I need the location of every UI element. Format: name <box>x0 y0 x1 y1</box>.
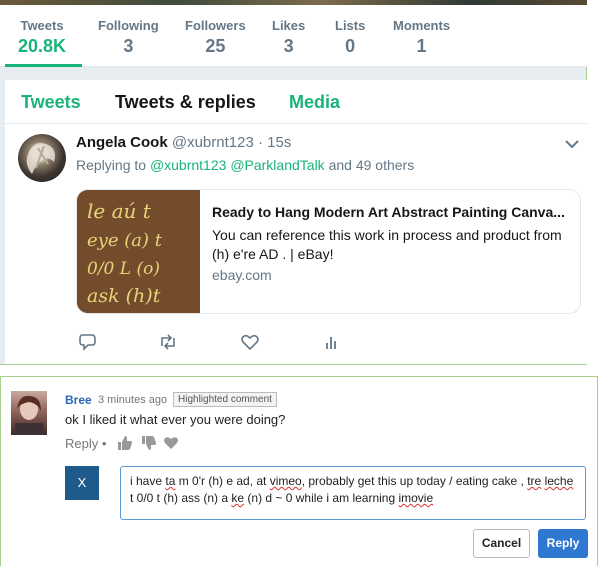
stat-likes[interactable]: Likes 3 <box>272 18 305 57</box>
cancel-button[interactable]: Cancel <box>473 529 530 558</box>
stat-followers[interactable]: Followers 25 <box>185 18 246 57</box>
reply-link[interactable]: Reply • <box>65 436 106 451</box>
stat-label: Moments <box>393 18 451 33</box>
stat-tweets[interactable]: Tweets 20.8K <box>18 18 66 57</box>
author-handle[interactable]: @xubrnt123 · 15s <box>172 134 291 151</box>
author-name[interactable]: Angela Cook <box>76 134 168 151</box>
comment-time: 3 minutes ago <box>98 394 168 406</box>
reply-text-segment: m 0'r (h) e ad, at <box>175 474 270 488</box>
stat-value: 3 <box>283 36 294 56</box>
card-image: le aú t eye (a) t 0/0 L (o) ask (h)t <box>77 190 200 313</box>
stat-label: Followers <box>185 18 246 33</box>
card-description: You can reference this work in process a… <box>212 227 562 262</box>
replying-suffix: and 49 others <box>324 157 415 173</box>
highlighted-badge: Highlighted comment <box>173 392 277 407</box>
card-image-text: ask (h)t <box>87 285 161 307</box>
misspelled-word: ke <box>231 491 245 505</box>
timeline-tabs: Tweets Tweets & replies Media <box>5 80 587 124</box>
stat-value: 3 <box>123 36 134 56</box>
avatar[interactable] <box>11 391 47 435</box>
twitter-profile-panel: Tweets 20.8K Following 3 Followers 25 Li… <box>0 0 587 365</box>
stat-value: 0 <box>345 36 356 56</box>
tab-media[interactable]: Media <box>289 92 340 113</box>
stat-moments[interactable]: Moments 1 <box>393 18 450 57</box>
profile-stats-bar: Tweets 20.8K Following 3 Followers 25 Li… <box>0 5 587 67</box>
heart-icon[interactable] <box>163 435 179 451</box>
tab-tweets-and-replies[interactable]: Tweets & replies <box>115 92 256 113</box>
replying-prefix: Replying to <box>76 157 150 173</box>
card-domain: ebay.com <box>212 267 272 283</box>
link-card[interactable]: le aú t eye (a) t 0/0 L (o) ask (h)t Rea… <box>76 189 581 314</box>
thumbs-up-icon[interactable] <box>117 435 133 451</box>
reply-textarea[interactable]: i have ta m 0'r (h) e ad, at vimeo, prob… <box>120 466 586 520</box>
analytics-icon[interactable] <box>321 332 341 352</box>
active-stat-underline <box>5 64 82 67</box>
tweet: Angela Cook @xubrnt123 · 15s Replying to… <box>5 124 587 364</box>
reply-icon[interactable] <box>78 332 98 352</box>
avatar[interactable] <box>18 134 66 182</box>
stat-label: Following <box>98 18 159 33</box>
chevron-down-icon[interactable] <box>565 136 579 152</box>
stat-label: Tweets <box>20 18 64 33</box>
card-title: Ready to Hang Modern Art Abstract Painti… <box>212 204 565 220</box>
card-image-text: le aú t <box>87 199 152 223</box>
stat-value: 25 <box>205 36 226 56</box>
comment-text: ok I liked it what ever you were doing? <box>65 412 286 427</box>
misspelled-word: leche <box>544 474 574 488</box>
reply-text-segment: i have <box>130 474 166 488</box>
replying-to: Replying to @xubrnt123 @ParklandTalk and… <box>76 157 414 173</box>
reply-text-segment: (n) d ~ 0 while i am learning <box>244 491 399 505</box>
stat-value: 20.8K <box>18 36 67 56</box>
stat-label: Lists <box>335 18 366 33</box>
misspelled-word: ta <box>165 474 176 488</box>
like-icon[interactable] <box>240 332 260 352</box>
comments-panel: Bree 3 minutes ago Highlighted comment o… <box>0 376 598 566</box>
card-image-text: 0/0 L (o) <box>87 259 160 279</box>
commenter-name[interactable]: Bree <box>65 393 92 407</box>
avatar-photo <box>26 143 55 174</box>
card-image-text: eye (a) t <box>87 230 163 251</box>
misspelled-word: tre <box>527 474 542 488</box>
tab-tweets[interactable]: Tweets <box>21 92 81 113</box>
stat-value: 1 <box>416 36 427 56</box>
user-avatar: X <box>65 466 99 500</box>
reply-user-link[interactable]: @xubrnt123 <box>150 157 226 173</box>
misspelled-word: vimeo <box>269 474 302 488</box>
stat-following[interactable]: Following 3 <box>98 18 159 57</box>
retweet-icon[interactable] <box>158 332 178 352</box>
tweet-header: Angela Cook @xubrnt123 · 15s <box>76 134 291 151</box>
misspelled-word: imovie <box>398 491 434 505</box>
reply-text-segment: , probably get this up today / eating ca… <box>301 474 528 488</box>
reply-text-segment: t 0/0 t (h) ass (n) a <box>130 491 232 505</box>
thumbs-down-icon[interactable] <box>141 435 157 451</box>
reply-button[interactable]: Reply <box>538 529 588 558</box>
reply-user-link[interactable]: @ParklandTalk <box>230 157 324 173</box>
stat-label: Likes <box>272 18 306 33</box>
stat-lists[interactable]: Lists 0 <box>335 18 365 57</box>
